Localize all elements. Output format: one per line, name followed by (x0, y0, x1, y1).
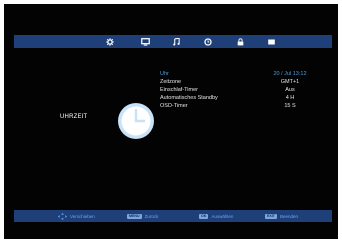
setting-label: Uhr (160, 71, 169, 77)
hint-label: Verschieben (70, 213, 95, 219)
setting-row-sleep-timer[interactable]: Einschlaf-Timer Aus (160, 86, 320, 94)
tv-monitor-icon[interactable] (138, 35, 152, 48)
setting-row-clock[interactable]: Uhr 20 / Jul 13:12 (160, 70, 320, 78)
setting-row-timezone[interactable]: Zeitzone GMT+1 (160, 78, 320, 86)
setting-value: 15 S (284, 103, 296, 109)
clock-icon[interactable] (201, 35, 215, 48)
exit-key-badge: EXIT (265, 213, 277, 219)
hint-label: Zurück (144, 213, 159, 219)
setting-label: Zeitzone (160, 79, 182, 85)
hint-label: Auswählen (211, 213, 234, 219)
setting-value: Aus (285, 87, 295, 93)
help-bar: Verschieben MENU Zurück OK Auswählen EXI… (14, 210, 332, 222)
music-note-icon[interactable] (169, 35, 183, 48)
setting-label: OSD-Timer (160, 103, 188, 109)
setting-label: Automatisches Standby (160, 95, 218, 101)
setting-row-osd-timer[interactable]: OSD-Timer 15 S (160, 102, 320, 110)
hint-label: Beenden (280, 213, 299, 219)
hint-back: MENU Zurück (127, 210, 158, 222)
hint-move: Verschieben (58, 210, 95, 222)
dpad-arrows-icon (58, 212, 67, 220)
setting-value: 20 / Jul 13:12 (273, 71, 307, 77)
hint-exit: EXIT Beenden (265, 210, 298, 222)
setting-row-auto-standby[interactable]: Automatisches Standby 4 H (160, 94, 320, 102)
gear-icon[interactable] (103, 35, 117, 48)
large-clock-icon (116, 101, 156, 141)
time-settings-list: Uhr 20 / Jul 13:12 Zeitzone GMT+1 Einsch… (160, 70, 320, 110)
section-title: UHRZEIT (60, 114, 88, 120)
setting-value: 4 H (285, 95, 295, 101)
setting-label: Einschlaf-Timer (160, 87, 198, 93)
setting-value: GMT+1 (280, 79, 300, 85)
menu-key-badge: MENU (127, 213, 142, 219)
ok-key-badge: OK (199, 213, 209, 219)
tv-screen: UHRZEIT Uhr 20 / Jul 13:12 Zeitzone GMT+… (4, 4, 338, 239)
lock-icon[interactable] (233, 35, 247, 48)
menu-tab-bar (14, 35, 332, 48)
rectangle-icon[interactable] (264, 35, 278, 48)
hint-select: OK Auswählen (199, 210, 233, 222)
